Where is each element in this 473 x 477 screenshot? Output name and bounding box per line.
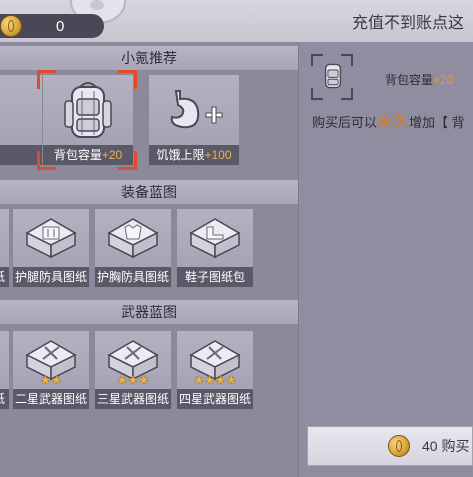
coin-count: 0 <box>56 18 65 35</box>
shop-item-hunger-limit[interactable]: 饥饿上限+100 <box>148 74 240 166</box>
item-bonus: +100 <box>204 148 232 162</box>
shop-item-equipment-blueprint[interactable]: 纸 <box>0 208 10 288</box>
backpack-icon <box>64 82 112 138</box>
shop-item-two-star-weapon-blueprint[interactable]: ★★ 二星武器图纸 <box>12 330 90 410</box>
shop-item-shoes-blueprint[interactable]: 鞋子图纸包 <box>176 208 254 288</box>
section-title: 装备蓝图 <box>121 184 177 200</box>
item-label: 二星武器图纸 <box>14 392 87 406</box>
backpack-icon <box>324 63 342 89</box>
item-label: 三星武器图纸 <box>96 392 169 406</box>
item-name: 背包容量 <box>53 148 102 162</box>
shop-item-chest-armor-blueprint[interactable]: 护胸防具图纸 <box>94 208 172 288</box>
item-label: 护胸防具图纸 <box>96 270 169 284</box>
section-title: 武器蓝图 <box>121 304 177 320</box>
price: 40 <box>422 438 438 454</box>
coin-icon <box>0 15 22 37</box>
blueprint-chest-icon <box>107 218 159 259</box>
shop-item-partial[interactable]: 200 <box>0 74 44 166</box>
star-rating: ★★ <box>40 373 62 387</box>
shop-item-leg-armor-blueprint[interactable]: 护腿防具图纸 <box>12 208 90 288</box>
section-header-weapons: 武器蓝图 <box>0 300 298 324</box>
item-label: 鞋子图纸包 <box>184 270 245 284</box>
buy-button[interactable]: 40 购买 <box>307 426 473 466</box>
blueprint-chest-icon <box>25 218 77 259</box>
shop-item-four-star-weapon-blueprint[interactable]: ★★★★ 四星武器图纸 <box>176 330 254 410</box>
section-title: 小氪推荐 <box>121 50 177 66</box>
shop-screen: 0 充值不到账点这 小氪推荐 200 背包容量+20 <box>0 0 473 477</box>
section-header-equipment: 装备蓝图 <box>0 180 298 204</box>
buy-label: 购买 <box>441 438 470 454</box>
stomach-plus-icon <box>170 90 223 129</box>
section-header-recommend: 小氪推荐 <box>0 46 298 70</box>
item-preview <box>311 54 353 100</box>
shop-list-panel: 小氪推荐 200 背包容量+20 <box>0 42 298 477</box>
blueprint-chest-icon <box>189 218 241 259</box>
item-label: 纸 <box>0 391 5 407</box>
item-name: 饥饿上限 <box>156 148 205 162</box>
shop-item-weapon-blueprint[interactable]: 纸 <box>0 330 10 410</box>
recharge-help-link[interactable]: 充值不到账点这 <box>352 14 464 34</box>
item-detail-panel: 背包容量+20 购买后可以永久增加【 背 <box>298 42 473 477</box>
item-label: 四星武器图纸 <box>178 392 251 406</box>
shop-item-backpack-capacity[interactable]: 背包容量+20 <box>42 74 134 166</box>
item-bonus: +20 <box>101 148 123 162</box>
item-label: 护腿防具图纸 <box>14 270 87 284</box>
detail-description: 购买后可以永久增加【 背 <box>312 114 465 131</box>
star-rating: ★★★ <box>116 373 150 387</box>
permanent-emphasis: 永久 <box>377 114 410 131</box>
top-bar: 0 充值不到账点这 <box>0 0 473 43</box>
detail-item-name: 背包容量+20 <box>385 73 454 87</box>
shop-item-three-star-weapon-blueprint[interactable]: ★★★ 三星武器图纸 <box>94 330 172 410</box>
item-label: 纸 <box>0 269 5 285</box>
star-rating: ★★★★ <box>193 373 237 387</box>
coin-icon <box>388 435 410 457</box>
